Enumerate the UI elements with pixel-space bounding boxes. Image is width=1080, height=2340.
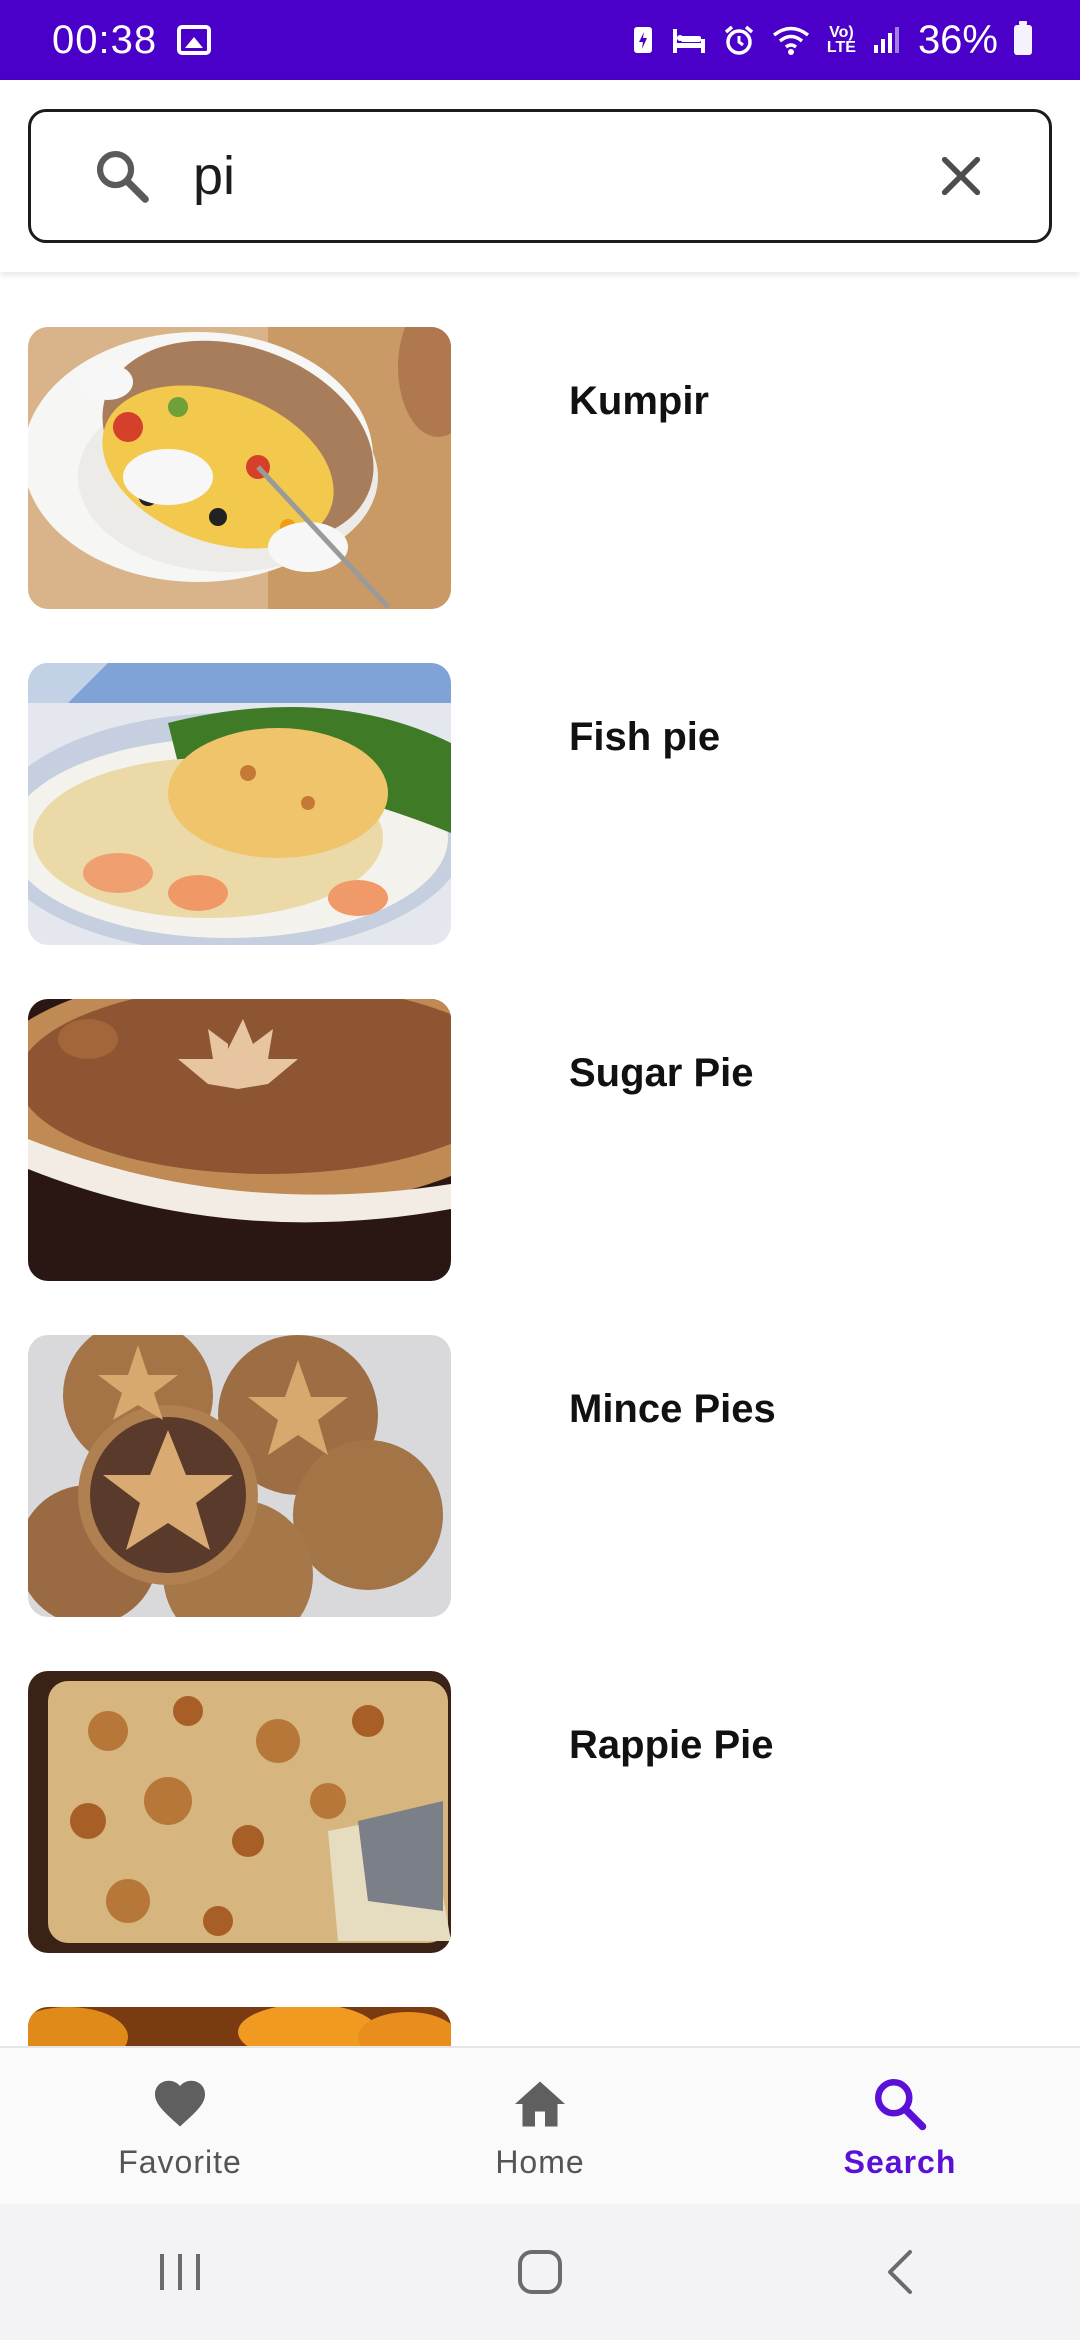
recents-icon[interactable] [140, 2242, 220, 2302]
item-title: Mince Pies [569, 1387, 776, 1431]
kumpir-thumbnail [28, 327, 451, 609]
nav-home[interactable]: Home [390, 2048, 690, 2181]
list-item[interactable]: Kumpir [28, 327, 1052, 609]
search-icon [96, 150, 149, 203]
sugar-pie-thumbnail [28, 999, 451, 1281]
gallery-icon [177, 25, 212, 55]
item-title: Sugar Pie [569, 1051, 754, 1095]
signal-icon [873, 27, 899, 53]
search-input[interactable]: pi [193, 145, 933, 207]
battery-percent: 36% [917, 17, 998, 62]
item-title: Rappie Pie [569, 1723, 774, 1767]
item-title: Fish pie [569, 715, 721, 759]
item-title: Kumpir [569, 379, 709, 423]
rappie-pie-thumbnail [28, 1671, 451, 1953]
bottom-navigation: Favorite Home Search [0, 2046, 1080, 2204]
home-circle-icon[interactable] [500, 2242, 580, 2302]
list-item[interactable]: Mince Pies [28, 1335, 1052, 1617]
list-item[interactable]: Sugar Pie [28, 999, 1052, 1281]
nav-label: Search [843, 2144, 957, 2180]
list-item[interactable]: Fish pie [28, 663, 1052, 945]
status-bar: 00:38 Vo) LTE 36% [0, 0, 1080, 80]
heart-icon [155, 2080, 205, 2127]
back-icon[interactable] [860, 2242, 940, 2302]
pumpkin-thumbnail [28, 2007, 451, 2046]
battery-icon [1014, 21, 1032, 55]
nav-favorite[interactable]: Favorite [30, 2048, 330, 2181]
sleep-icon [672, 29, 705, 53]
nav-label: Home [495, 2144, 585, 2180]
mince-pies-thumbnail [28, 1335, 451, 1617]
close-icon[interactable] [933, 148, 989, 204]
home-icon [515, 2081, 565, 2127]
nav-label: Favorite [118, 2144, 242, 2180]
alarm-icon [724, 25, 754, 55]
volte-icon: Vo) LTE [826, 24, 856, 56]
battery-saver-icon [633, 27, 652, 53]
nav-search[interactable]: Search [750, 2048, 1050, 2181]
fish-pie-thumbnail [28, 663, 451, 945]
results-list[interactable]: Kumpir Fish pie Sugar Pie Mince Pies Rap… [0, 272, 1080, 2046]
wifi-icon [772, 26, 809, 55]
list-item[interactable] [28, 2007, 1052, 2046]
search-header: pi [0, 80, 1080, 272]
status-icons: Vo) LTE 36% [631, 18, 1032, 63]
search-field[interactable]: pi [28, 109, 1052, 243]
list-item[interactable]: Rappie Pie [28, 1671, 1052, 1953]
status-time: 00:38 [52, 17, 158, 62]
system-navigation [0, 2204, 1080, 2340]
search-icon [875, 2079, 927, 2131]
